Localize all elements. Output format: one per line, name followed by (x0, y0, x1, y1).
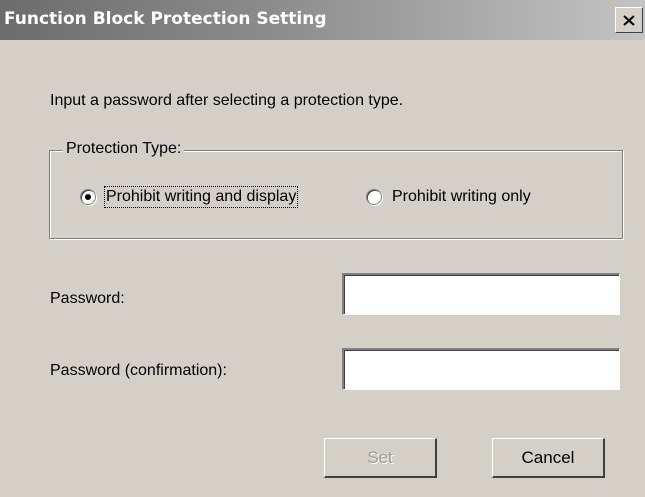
instruction-text: Input a password after selecting a prote… (50, 92, 404, 109)
radio-label-prohibit-writing-and-display[interactable]: Prohibit writing and display (103, 186, 299, 208)
radio-button-selected[interactable] (80, 189, 96, 205)
radio-prohibit-writing-only[interactable]: Prohibit writing only (366, 186, 531, 208)
password-field[interactable] (342, 273, 620, 315)
cancel-button[interactable]: Cancel (492, 438, 605, 478)
protection-setting-dialog: Function Block Protection Setting Input … (0, 0, 645, 497)
radio-button-unselected[interactable] (366, 189, 382, 205)
close-button[interactable] (615, 7, 643, 33)
set-button[interactable]: Set (324, 438, 437, 478)
password-confirmation-label: Password (confirmation): (50, 362, 227, 379)
radio-prohibit-writing-and-display[interactable]: Prohibit writing and display (80, 186, 299, 208)
title-bar[interactable]: Function Block Protection Setting (0, 0, 645, 40)
radio-dot-icon (85, 194, 91, 200)
password-confirmation-field[interactable] (342, 348, 620, 390)
protection-type-label: Protection Type: (63, 140, 185, 158)
dialog-title: Function Block Protection Setting (4, 9, 327, 29)
password-label: Password: (50, 290, 125, 307)
radio-label-prohibit-writing-only[interactable]: Prohibit writing only (392, 188, 531, 206)
close-icon (623, 14, 635, 26)
